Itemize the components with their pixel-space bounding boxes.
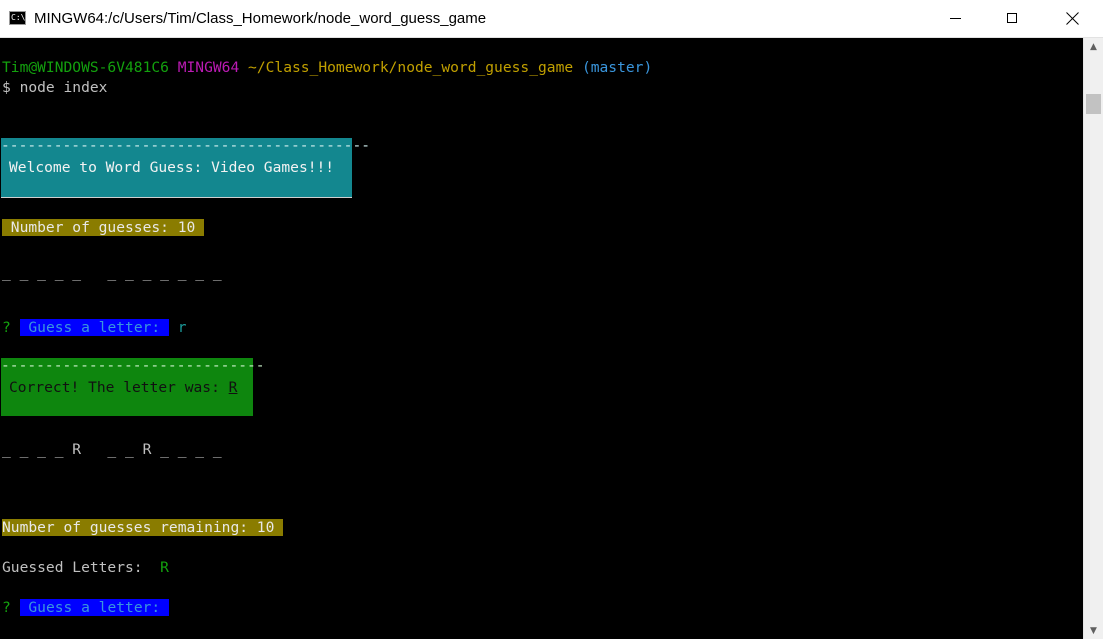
vertical-scrollbar[interactable]: ▲ ▼ <box>1083 38 1103 639</box>
maximize-button[interactable] <box>984 0 1042 38</box>
guesses-count: Number of guesses: 10 <box>2 219 205 237</box>
correct-letter: R <box>228 379 238 396</box>
guess-prompt-2: ? Guess a letter: <box>2 599 169 617</box>
window-title: MINGW64:/c/Users/Tim/Class_Homework/node… <box>34 10 487 27</box>
guesses-count-text: Number of guesses: 10 <box>2 219 205 236</box>
correct-border: ------------------------------ <box>1 357 265 374</box>
minimize-icon <box>950 18 961 19</box>
prompt-user-host: Tim@WINDOWS-6V481C6 <box>2 59 169 76</box>
correct-message: Correct! The letter was: R <box>9 379 237 397</box>
prompt-branch: (master) <box>581 59 653 76</box>
question-mark: ? <box>2 319 11 336</box>
welcome-banner: ----------------------------------------… <box>1 137 370 198</box>
guesses-remaining-text: Number of guesses remaining: 10 <box>2 519 284 536</box>
welcome-text: Welcome to Word Guess: Video Games!!! <box>9 159 335 176</box>
welcome-border: ----------------------------------------… <box>1 137 371 154</box>
terminal-output[interactable]: Tim@WINDOWS-6V481C6 MINGW64 ~/Class_Home… <box>0 38 1083 639</box>
guess-prompt-1: ? Guess a letter: r <box>2 319 187 337</box>
command-line: $ node index <box>2 79 108 96</box>
guessed-letters-line: Guessed Letters: R <box>2 559 169 577</box>
guessed-letters-label: Guessed Letters: <box>2 559 161 576</box>
word-blanks-after: _ _ _ _ R _ _ R _ _ _ _ <box>2 441 222 458</box>
prompt-shell: MINGW64 <box>177 59 240 76</box>
guess-prompt-label: Guess a letter: <box>19 599 169 616</box>
correct-banner: ------------------------------ Correct! … <box>1 357 265 416</box>
close-icon <box>1066 12 1079 25</box>
scroll-down-icon[interactable]: ▼ <box>1084 622 1103 639</box>
guessed-letters-value: R <box>160 559 169 576</box>
question-mark: ? <box>2 599 11 616</box>
guess-prompt-label: Guess a letter: <box>19 319 169 336</box>
scroll-up-icon[interactable]: ▲ <box>1084 38 1103 55</box>
word-blanks-initial: _ _ _ _ _ _ _ _ _ _ _ _ <box>2 264 222 281</box>
close-button[interactable] <box>1042 0 1103 38</box>
guess-answer: r <box>177 319 187 336</box>
prompt-path: ~/Class_Homework/node_word_guess_game <box>248 59 574 76</box>
correct-text: Correct! The letter was: <box>9 379 229 396</box>
scroll-thumb[interactable] <box>1086 94 1101 114</box>
console-icon[interactable]: C:\_ <box>9 11 26 25</box>
minimize-button[interactable] <box>926 0 984 38</box>
maximize-icon <box>1007 13 1017 23</box>
shell-prompt-line: Tim@WINDOWS-6V481C6 MINGW64 ~/Class_Home… <box>2 59 652 77</box>
window-titlebar[interactable]: C:\_ MINGW64:/c/Users/Tim/Class_Homework… <box>0 0 1103 38</box>
guesses-remaining: Number of guesses remaining: 10 <box>2 519 284 537</box>
